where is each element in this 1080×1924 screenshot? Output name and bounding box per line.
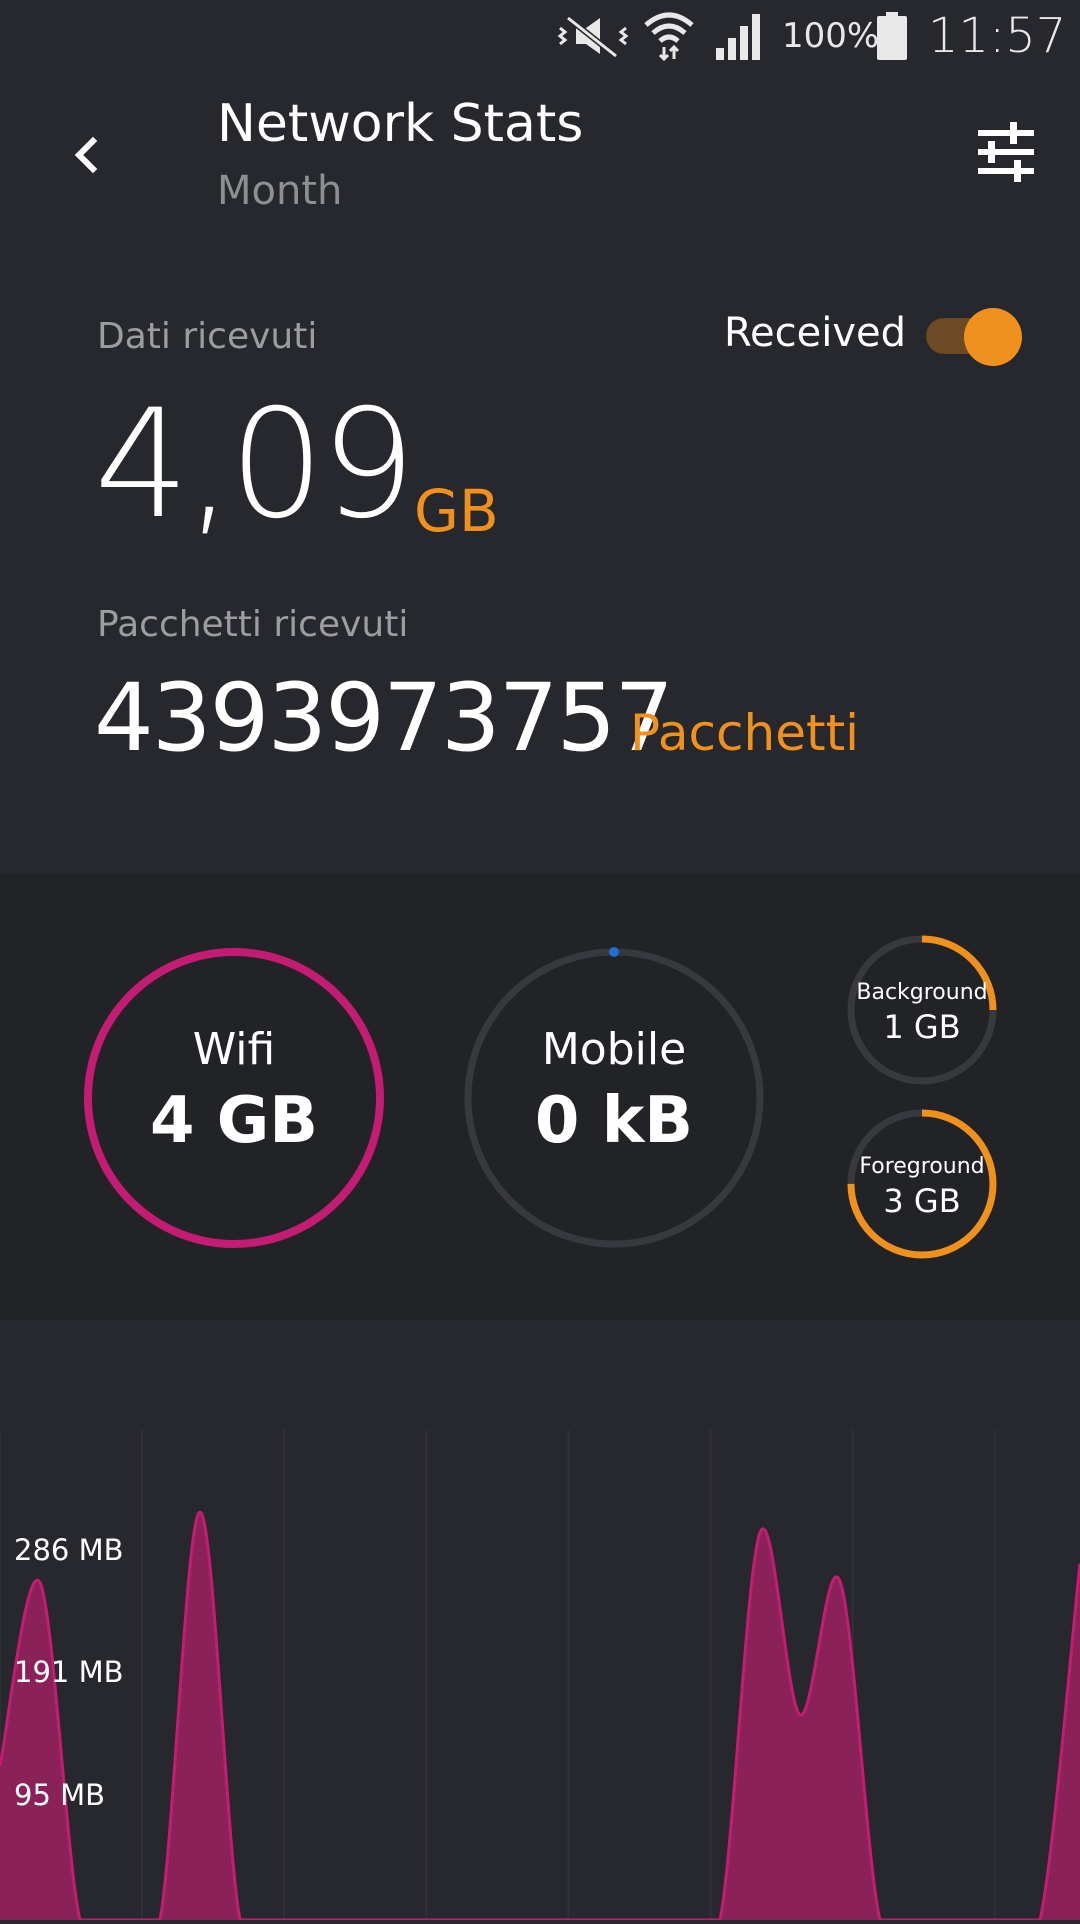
mute-vibrate-icon — [556, 10, 630, 62]
background-label: Background — [856, 980, 988, 1005]
chart-area-series — [0, 1512, 1080, 1920]
mobile-usage-ring[interactable]: Mobile 0 kB — [462, 946, 766, 1250]
chart-y-tick-label: 95 MB — [14, 1778, 106, 1813]
clock: 11:57 — [928, 8, 1067, 64]
battery-percent: 100% — [782, 16, 880, 56]
foreground-value: 3 GB — [883, 1182, 961, 1220]
battery-icon — [876, 10, 908, 62]
chart-y-tick-label: 191 MB — [14, 1655, 124, 1689]
wifi-icon — [644, 10, 694, 62]
packets-received-label: Pacchetti ricevuti — [97, 604, 409, 645]
foreground-usage-ring[interactable]: Foreground 3 GB — [846, 1108, 998, 1260]
background-value: 1 GB — [883, 1008, 961, 1046]
packets-received-value: 4393973757 — [94, 664, 674, 773]
data-received-unit: GB — [414, 477, 499, 545]
signal-icon — [714, 10, 764, 62]
received-toggle[interactable] — [926, 308, 1022, 366]
mobile-label: Mobile — [541, 1024, 687, 1075]
foreground-label: Foreground — [859, 1154, 985, 1179]
page-title: Network Stats — [217, 94, 584, 154]
received-toggle-label: Received — [724, 310, 906, 356]
back-button[interactable] — [56, 127, 116, 187]
sliders-icon — [974, 122, 1038, 186]
chart-canvas — [0, 1430, 1080, 1922]
background-usage-ring[interactable]: Background 1 GB — [846, 934, 998, 1086]
chart-series-line — [0, 1510, 1080, 1922]
chart-y-tick-label: 286 MB — [14, 1533, 124, 1568]
usage-area-chart[interactable]: 286 MB 191 MB 95 MB — [0, 1430, 1080, 1922]
data-received-label: Dati ricevuti — [97, 316, 318, 357]
period-subtitle[interactable]: Month — [217, 168, 342, 214]
mobile-ring-start-dot — [609, 947, 619, 957]
mobile-value: 0 kB — [534, 1084, 694, 1158]
app-bar: Network Stats Month — [0, 72, 1080, 252]
toggle-thumb — [964, 308, 1022, 366]
filter-button[interactable] — [974, 122, 1038, 182]
wifi-value: 4 GB — [149, 1084, 319, 1158]
chevron-left-icon — [71, 135, 101, 179]
wifi-usage-ring[interactable]: Wifi 4 GB — [82, 946, 386, 1250]
data-received-value: 4,09 — [94, 378, 416, 552]
status-bar: 100% 11:57 — [0, 0, 1080, 72]
wifi-label: Wifi — [192, 1024, 276, 1075]
packets-received-unit: Pacchetti — [630, 704, 860, 762]
